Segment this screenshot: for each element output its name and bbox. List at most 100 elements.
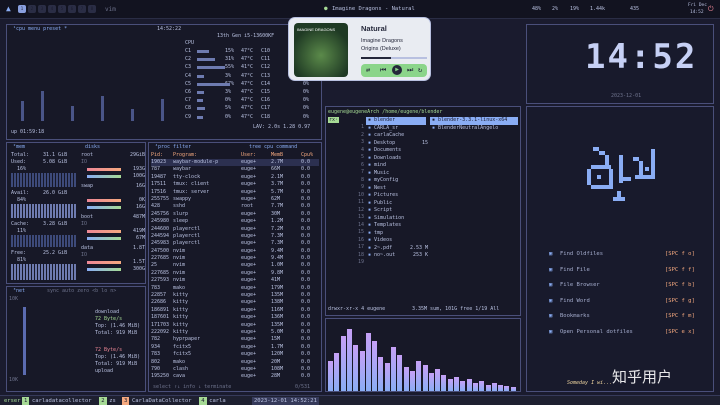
disk-entry: data 1.8T IO 1.5T 300G (81, 245, 145, 276)
tmux-window-index[interactable]: 3 (122, 397, 130, 405)
tmux-window-name[interactable]: carladatacollector (30, 397, 94, 405)
workspace-button[interactable]: 7 (78, 5, 86, 13)
proc-tree-tabs[interactable]: tree cpu command (249, 144, 297, 150)
disk-free-bar (87, 237, 121, 240)
proc-col-header[interactable]: Program: (173, 152, 197, 158)
net-tabs[interactable]: sync auto zero <b lo n> (47, 288, 116, 294)
proc-row[interactable]: 783 mako euge+ 179M 0.0 (151, 285, 319, 292)
tmux-window-index[interactable]: 4 (199, 397, 207, 405)
fm-preview-entry[interactable]: ▪ blender-3.3.1-linux-x64 (430, 117, 518, 125)
dashboard-item-icon: ▣ (549, 328, 553, 335)
proc-row[interactable]: 22686 kitty euge+ 138M 0.0 (151, 299, 319, 306)
tmux-window-index[interactable]: 1 (22, 397, 30, 405)
proc-cell: slurp (173, 210, 189, 217)
prev-icon[interactable]: ⏮ (380, 66, 386, 75)
proc-row[interactable]: 227593 nvim euge+ 41M 0.0 (151, 277, 319, 284)
proc-row[interactable]: 25 nvim euge+ 1.0M 0.0 (151, 262, 319, 269)
cpu-header[interactable]: ¹cpu menu preset * (13, 26, 67, 32)
dashboard-item-0[interactable]: Find Oldfiles (560, 251, 603, 257)
disks-header[interactable]: disks (85, 144, 100, 150)
proc-col-header[interactable]: MemB (271, 152, 283, 158)
tmux-session[interactable]: erser (2, 397, 23, 405)
proc-row[interactable]: 783 fcitx5 euge+ 120M 0.0 (151, 351, 319, 358)
proc-row[interactable]: 934 fcitx5 euge+ 1.7M 0.0 (151, 344, 319, 351)
tmux-window-name[interactable]: carla (207, 397, 228, 405)
tmux-window-index[interactable]: 2 (99, 397, 107, 405)
dashboard-item-3[interactable]: Find Word (560, 298, 590, 304)
proc-row[interactable]: 17511 tmux: client euge+ 3.7M 0.0 (151, 181, 319, 188)
dashboard-item-4[interactable]: Bookmarks (560, 313, 590, 319)
proc-cell: 244600 (151, 225, 170, 232)
cpu-core-bar (197, 115, 203, 119)
dashboard-item-2[interactable]: File Browser (560, 282, 600, 288)
proc-cell: 7.2M (271, 225, 284, 232)
fm-entry-size: 15 (421, 139, 428, 146)
proc-row[interactable]: 245983 playerctl euge+ 7.3M 0.0 (151, 240, 319, 247)
proc-row[interactable]: 428 sshd root 7.7M 0.0 (151, 203, 319, 210)
proc-row[interactable]: 22857 kitty euge+ 135M 0.0 (151, 292, 319, 299)
workspace-button[interactable]: 8 (88, 5, 96, 13)
visualizer-bar (441, 375, 447, 391)
proc-row[interactable]: 222092 kitty euge+ 5.0M 0.0 (151, 329, 319, 336)
power-icon[interactable]: ⏻ (708, 5, 714, 14)
fm-preview-entry[interactable]: ▪ BlenderNeutralAngelo (430, 125, 518, 133)
play-pause-icon[interactable]: ▶ (392, 65, 402, 75)
workspace-button[interactable]: 3 (38, 5, 46, 13)
proc-col-header[interactable]: User: (241, 152, 256, 158)
disk-io: IO (81, 252, 88, 258)
workspace-button[interactable]: 4 (48, 5, 56, 13)
progress-bar[interactable] (361, 57, 427, 59)
proc-cell: playerctl (173, 225, 201, 232)
proc-row[interactable]: 186891 kitty euge+ 116M 0.0 (151, 307, 319, 314)
volume-status[interactable]: 435 (630, 6, 639, 12)
disk-list: root 29GiB IO 193G 100G swap 16G 0K 16G boot 487M I… (81, 152, 145, 276)
media-title[interactable]: Imagine Dragons - Natural (332, 6, 415, 12)
dashboard-item-1[interactable]: Find File (560, 267, 590, 273)
proc-cell: 9.4M (271, 247, 284, 254)
dashboard-item-5[interactable]: Open Personal dotfiles (560, 329, 633, 335)
proc-row[interactable]: 255755 swappy euge+ 62M 0.0 (151, 196, 319, 203)
proc-row[interactable]: 787 waybar euge+ 66M 0.0 (151, 166, 319, 173)
proc-footer[interactable]: select ↑↓ info ↓ terminate (153, 384, 231, 390)
proc-col-header[interactable]: Cpu% (301, 152, 313, 158)
proc-row[interactable]: 171703 kitty euge+ 135M 0.0 (151, 322, 319, 329)
proc-row[interactable]: 19023 waybar-module-p euge+ 2.7M 0.0 (151, 159, 319, 167)
proc-cell: nvim (173, 262, 186, 269)
proc-cell: 62M (271, 195, 281, 202)
proc-row[interactable]: 245980 sleep euge+ 1.2M 0.0 (151, 218, 319, 225)
proc-row[interactable]: 782 hyprpaper euge+ 15M 0.0 (151, 336, 319, 343)
mem-header[interactable]: ²mem (13, 144, 25, 150)
fm-entry-name: 2~.pdf (374, 244, 393, 251)
workspace-button[interactable]: 1 (18, 5, 26, 13)
workspace-button[interactable]: 2 (28, 5, 36, 13)
proc-row[interactable]: 227685 nvim euge+ 9.8M 0.0 (151, 270, 319, 277)
proc-row[interactable]: 802 mako euge+ 20M 0.0 (151, 359, 319, 366)
proc-row[interactable]: 244594 playerctl euge+ 7.3M 0.0 (151, 233, 319, 240)
proc-row[interactable]: 244600 playerctl euge+ 7.2M 0.0 (151, 226, 319, 233)
workspace-button[interactable]: 6 (68, 5, 76, 13)
proc-cell: cava (173, 373, 186, 380)
proc-row[interactable]: 19487 tty-clock euge+ 2.1M 0.0 (151, 174, 319, 181)
proc-row[interactable]: 187601 kitty euge+ 136M 0.0 (151, 314, 319, 321)
proc-row[interactable]: 17516 tmux: server euge+ 5.7M 0.0 (151, 189, 319, 196)
proc-col-header[interactable]: Pid: (151, 152, 163, 158)
next-icon[interactable]: ⏭ (407, 66, 413, 75)
proc-header[interactable]: ⁴proc filter (155, 144, 191, 150)
proc-row[interactable]: 790 clash euge+ 108M 0.0 (151, 366, 319, 373)
fm-tab[interactable]: rx· (328, 117, 340, 123)
repeat-icon[interactable]: ↻ (418, 66, 422, 74)
proc-cell: 0.0 (301, 284, 311, 291)
proc-row[interactable]: 195250 cava euge+ 28M 0.0 (151, 373, 319, 380)
proc-row[interactable]: 227685 nvim euge+ 9.4M 0.0 (151, 255, 319, 262)
proc-row[interactable]: 247500 nvim euge+ 9.4M 0.0 (151, 248, 319, 255)
shuffle-icon[interactable]: ⇄ (366, 66, 370, 74)
proc-row[interactable]: 245756 slurp euge+ 30M 0.0 (151, 211, 319, 218)
tmux-window-name[interactable]: zs (107, 397, 118, 405)
net-header[interactable]: ³net (13, 288, 25, 294)
arch-icon[interactable]: ▲ (6, 4, 11, 13)
disk-used-bar (87, 199, 121, 202)
workspace-button[interactable]: 5 (58, 5, 66, 13)
tmux-window-name[interactable]: CarlaDataCollector (130, 397, 194, 405)
proc-cell: 222092 (151, 328, 170, 335)
music-player-card[interactable]: IMAGINE DRAGONS Natural Imagine Dragons … (288, 17, 431, 81)
